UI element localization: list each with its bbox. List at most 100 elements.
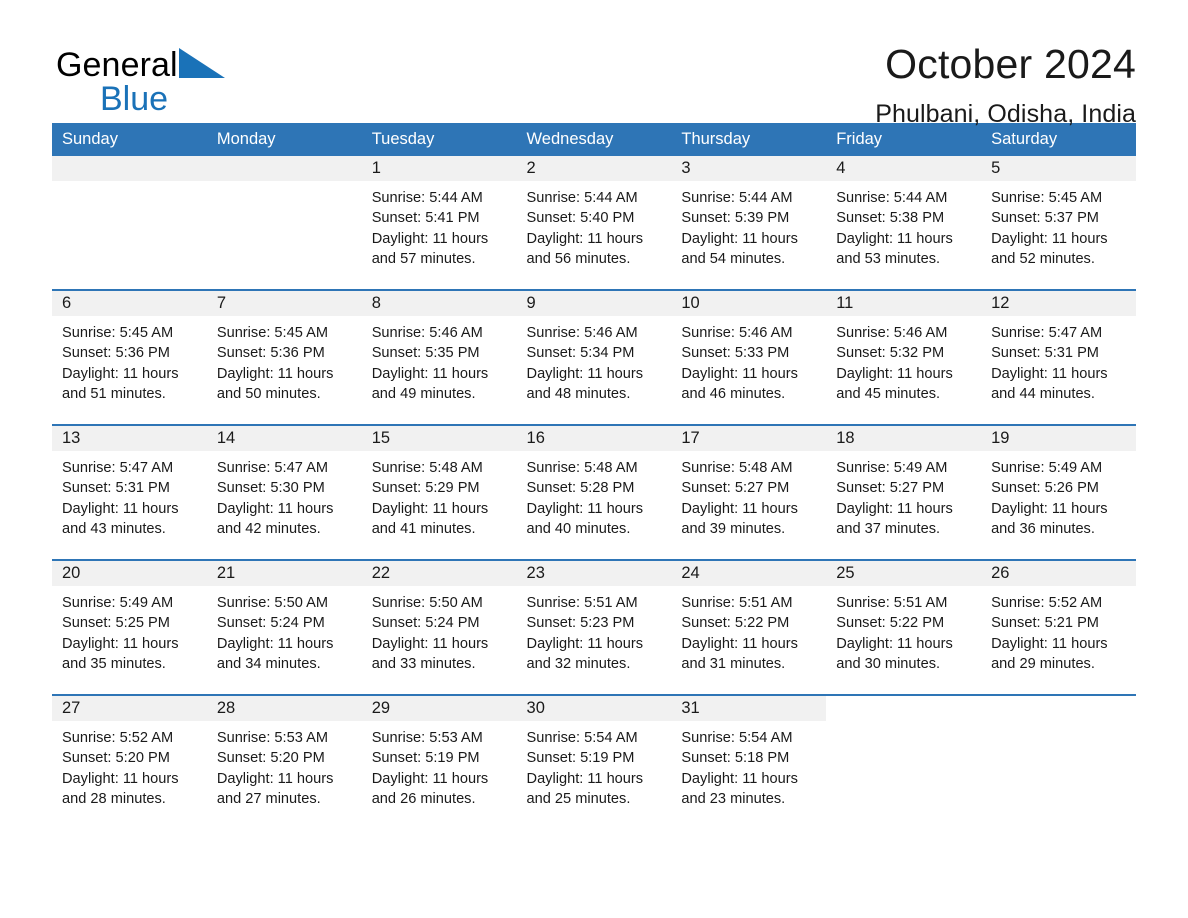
- day-details: Sunrise: 5:47 AM Sunset: 5:30 PM Daylight:…: [207, 451, 362, 539]
- daylight-text: Daylight: 11 hours and 57 minutes.: [371, 230, 489, 267]
- calendar-day-cell-empty: [206, 156, 362, 290]
- sunrise-text: Sunrise: 5:45 AM: [216, 325, 328, 342]
- calendar-day-cell[interactable]: 6 Sunrise: 5:45 AM Sunset: 5:36 PM Daylight…: [52, 291, 207, 425]
- brand-name-general: General: [56, 46, 178, 84]
- calendar-day-cell[interactable]: 11 Sunrise: 5:46 AM Sunset: 5:32 PM Dayligh…: [826, 291, 982, 425]
- calendar-day-cell[interactable]: 29 Sunrise: 5:53 AM Sunset: 5:19 PM Dayligh…: [361, 696, 517, 830]
- calendar-day-cell[interactable]: 19 Sunrise: 5:49 AM Sunset: 5:26 PM Dayligh…: [981, 426, 1136, 560]
- sunrise-text: Sunrise: 5:48 AM: [681, 460, 793, 477]
- calendar-day-cell[interactable]: 10 Sunrise: 5:46 AM Sunset: 5:33 PM Dayligh…: [671, 291, 827, 425]
- sunset-text: Sunset: 5:41 PM: [371, 210, 480, 227]
- calendar-day-cell[interactable]: 22 Sunrise: 5:50 AM Sunset: 5:24 PM Dayligh…: [361, 561, 517, 695]
- day-details: Sunrise: 5:49 AM Sunset: 5:27 PM Daylight:…: [826, 451, 981, 539]
- calendar-day-cell[interactable]: 12 Sunrise: 5:47 AM Sunset: 5:31 PM Dayligh…: [981, 291, 1136, 425]
- sunset-text: Sunset: 5:21 PM: [991, 615, 1099, 632]
- calendar-day-cell[interactable]: 9 Sunrise: 5:46 AM Sunset: 5:34 PM Daylight…: [516, 291, 672, 425]
- calendar-day-cell[interactable]: 30 Sunrise: 5:54 AM Sunset: 5:19 PM Dayligh…: [516, 696, 672, 830]
- calendar-day-cell[interactable]: 8 Sunrise: 5:46 AM Sunset: 5:35 PM Daylight…: [361, 291, 517, 425]
- day-number: 28: [206, 696, 362, 722]
- day-details: Sunrise: 5:50 AM Sunset: 5:24 PM Daylight:…: [362, 586, 517, 674]
- sunrise-text: Sunrise: 5:44 AM: [681, 190, 793, 207]
- day-details: Sunrise: 5:52 AM Sunset: 5:21 PM Daylight:…: [981, 586, 1136, 674]
- calendar-day-cell[interactable]: 31 Sunrise: 5:54 AM Sunset: 5:18 PM Dayligh…: [671, 696, 827, 830]
- day-number: [52, 156, 207, 182]
- day-number: 16: [516, 426, 672, 452]
- day-number: 6: [52, 291, 207, 317]
- sunrise-text: Sunrise: 5:49 AM: [62, 595, 174, 612]
- sunrise-text: Sunrise: 5:46 AM: [681, 325, 793, 342]
- day-details: Sunrise: 5:45 AM Sunset: 5:37 PM Daylight:…: [981, 181, 1136, 269]
- calendar-day-cell[interactable]: 7 Sunrise: 5:45 AM Sunset: 5:36 PM Daylight…: [206, 291, 362, 425]
- sunset-text: Sunset: 5:39 PM: [681, 210, 790, 227]
- day-details: Sunrise: 5:48 AM Sunset: 5:28 PM Daylight:…: [517, 451, 672, 539]
- calendar-day-cell[interactable]: 1 Sunrise: 5:44 AM Sunset: 5:41 PM Daylight…: [361, 156, 517, 290]
- sunrise-text: Sunrise: 5:48 AM: [526, 460, 638, 477]
- calendar-day-cell[interactable]: 23 Sunrise: 5:51 AM Sunset: 5:23 PM Dayligh…: [516, 561, 672, 695]
- sunset-text: Sunset: 5:27 PM: [681, 480, 790, 497]
- calendar-day-cell[interactable]: 17 Sunrise: 5:48 AM Sunset: 5:27 PM Dayligh…: [671, 426, 827, 560]
- day-details: Sunrise: 5:44 AM Sunset: 5:40 PM Daylight:…: [517, 181, 672, 269]
- sunset-text: Sunset: 5:20 PM: [62, 750, 170, 767]
- day-number: [826, 696, 982, 722]
- sunset-text: Sunset: 5:33 PM: [681, 345, 790, 362]
- sunrise-text: Sunrise: 5:53 AM: [216, 730, 328, 747]
- day-number: 13: [52, 426, 207, 452]
- weekday-header-tuesday: Tuesday: [361, 123, 517, 157]
- calendar-day-cell[interactable]: 26 Sunrise: 5:52 AM Sunset: 5:21 PM Dayligh…: [981, 561, 1136, 695]
- day-details: Sunrise: 5:49 AM Sunset: 5:25 PM Daylight:…: [52, 586, 207, 674]
- brand-name-general-row: General: [56, 48, 225, 84]
- calendar-week-row: 20 Sunrise: 5:49 AM Sunset: 5:25 PM Dayligh…: [52, 559, 1136, 696]
- day-number: 4: [826, 156, 982, 182]
- calendar-day-cell[interactable]: 13 Sunrise: 5:47 AM Sunset: 5:31 PM Dayligh…: [52, 426, 207, 560]
- calendar-day-cell[interactable]: 25 Sunrise: 5:51 AM Sunset: 5:22 PM Dayligh…: [826, 561, 982, 695]
- sunset-text: Sunset: 5:23 PM: [526, 615, 635, 632]
- calendar-day-cell[interactable]: 14 Sunrise: 5:47 AM Sunset: 5:30 PM Dayligh…: [206, 426, 362, 560]
- sunrise-text: Sunrise: 5:52 AM: [62, 730, 174, 747]
- daylight-text: Daylight: 11 hours and 32 minutes.: [526, 635, 644, 672]
- day-number: 8: [361, 291, 517, 317]
- general-blue-logo[interactable]: General Blue: [56, 48, 225, 118]
- page-masthead: General Blue October 2024 Phulbani, Odis…: [52, 0, 1136, 127]
- daylight-text: Daylight: 11 hours and 26 minutes.: [371, 770, 489, 807]
- day-number: [981, 696, 1136, 722]
- calendar-day-cell[interactable]: 4 Sunrise: 5:44 AM Sunset: 5:38 PM Daylight…: [826, 156, 982, 290]
- calendar-day-cell[interactable]: 15 Sunrise: 5:48 AM Sunset: 5:29 PM Dayligh…: [361, 426, 517, 560]
- daylight-text: Daylight: 11 hours and 35 minutes.: [62, 635, 179, 672]
- calendar-day-cell[interactable]: 3 Sunrise: 5:44 AM Sunset: 5:39 PM Daylight…: [671, 156, 827, 290]
- weekday-header-monday: Monday: [206, 123, 362, 157]
- sunrise-text: Sunrise: 5:44 AM: [526, 190, 638, 207]
- daylight-text: Daylight: 11 hours and 37 minutes.: [836, 500, 953, 537]
- day-number: 9: [516, 291, 672, 317]
- sunset-text: Sunset: 5:32 PM: [836, 345, 945, 362]
- calendar-page: General Blue October 2024 Phulbani, Odis…: [0, 0, 1188, 918]
- calendar-day-cell[interactable]: 18 Sunrise: 5:49 AM Sunset: 5:27 PM Dayligh…: [826, 426, 982, 560]
- sunrise-text: Sunrise: 5:51 AM: [836, 595, 948, 612]
- sunset-text: Sunset: 5:36 PM: [62, 345, 170, 362]
- sunset-text: Sunset: 5:25 PM: [62, 615, 170, 632]
- sunrise-text: Sunrise: 5:54 AM: [681, 730, 793, 747]
- sunrise-text: Sunrise: 5:45 AM: [62, 325, 174, 342]
- sunset-text: Sunset: 5:20 PM: [216, 750, 325, 767]
- day-details: Sunrise: 5:53 AM Sunset: 5:20 PM Daylight:…: [207, 721, 362, 809]
- calendar-week-row: 6 Sunrise: 5:45 AM Sunset: 5:36 PM Daylight…: [52, 289, 1136, 426]
- day-number: 23: [516, 561, 672, 587]
- sunrise-text: Sunrise: 5:54 AM: [526, 730, 638, 747]
- calendar-day-cell[interactable]: 16 Sunrise: 5:48 AM Sunset: 5:28 PM Dayligh…: [516, 426, 672, 560]
- calendar-day-cell[interactable]: 24 Sunrise: 5:51 AM Sunset: 5:22 PM Dayligh…: [671, 561, 827, 695]
- calendar-day-cell[interactable]: 2 Sunrise: 5:44 AM Sunset: 5:40 PM Daylight…: [516, 156, 672, 290]
- day-details: Sunrise: 5:46 AM Sunset: 5:35 PM Daylight:…: [362, 316, 517, 404]
- day-details: Sunrise: 5:48 AM Sunset: 5:29 PM Daylight:…: [362, 451, 517, 539]
- calendar-day-cell[interactable]: 28 Sunrise: 5:53 AM Sunset: 5:20 PM Dayligh…: [206, 696, 362, 830]
- calendar-day-cell[interactable]: 21 Sunrise: 5:50 AM Sunset: 5:24 PM Dayligh…: [206, 561, 362, 695]
- sunset-text: Sunset: 5:28 PM: [526, 480, 635, 497]
- daylight-text: Daylight: 11 hours and 33 minutes.: [371, 635, 489, 672]
- calendar-day-cell[interactable]: 27 Sunrise: 5:52 AM Sunset: 5:20 PM Dayligh…: [52, 696, 207, 830]
- day-number: 2: [516, 156, 672, 182]
- calendar-day-cell[interactable]: 5 Sunrise: 5:45 AM Sunset: 5:37 PM Daylight…: [981, 156, 1136, 290]
- sunrise-text: Sunrise: 5:51 AM: [526, 595, 638, 612]
- calendar-day-cell[interactable]: 20 Sunrise: 5:49 AM Sunset: 5:25 PM Dayligh…: [52, 561, 207, 695]
- daylight-text: Daylight: 11 hours and 27 minutes.: [216, 770, 334, 807]
- calendar-week-row: 1 Sunrise: 5:44 AM Sunset: 5:41 PM Daylight…: [52, 156, 1136, 291]
- sunrise-text: Sunrise: 5:46 AM: [836, 325, 948, 342]
- sunset-text: Sunset: 5:40 PM: [526, 210, 635, 227]
